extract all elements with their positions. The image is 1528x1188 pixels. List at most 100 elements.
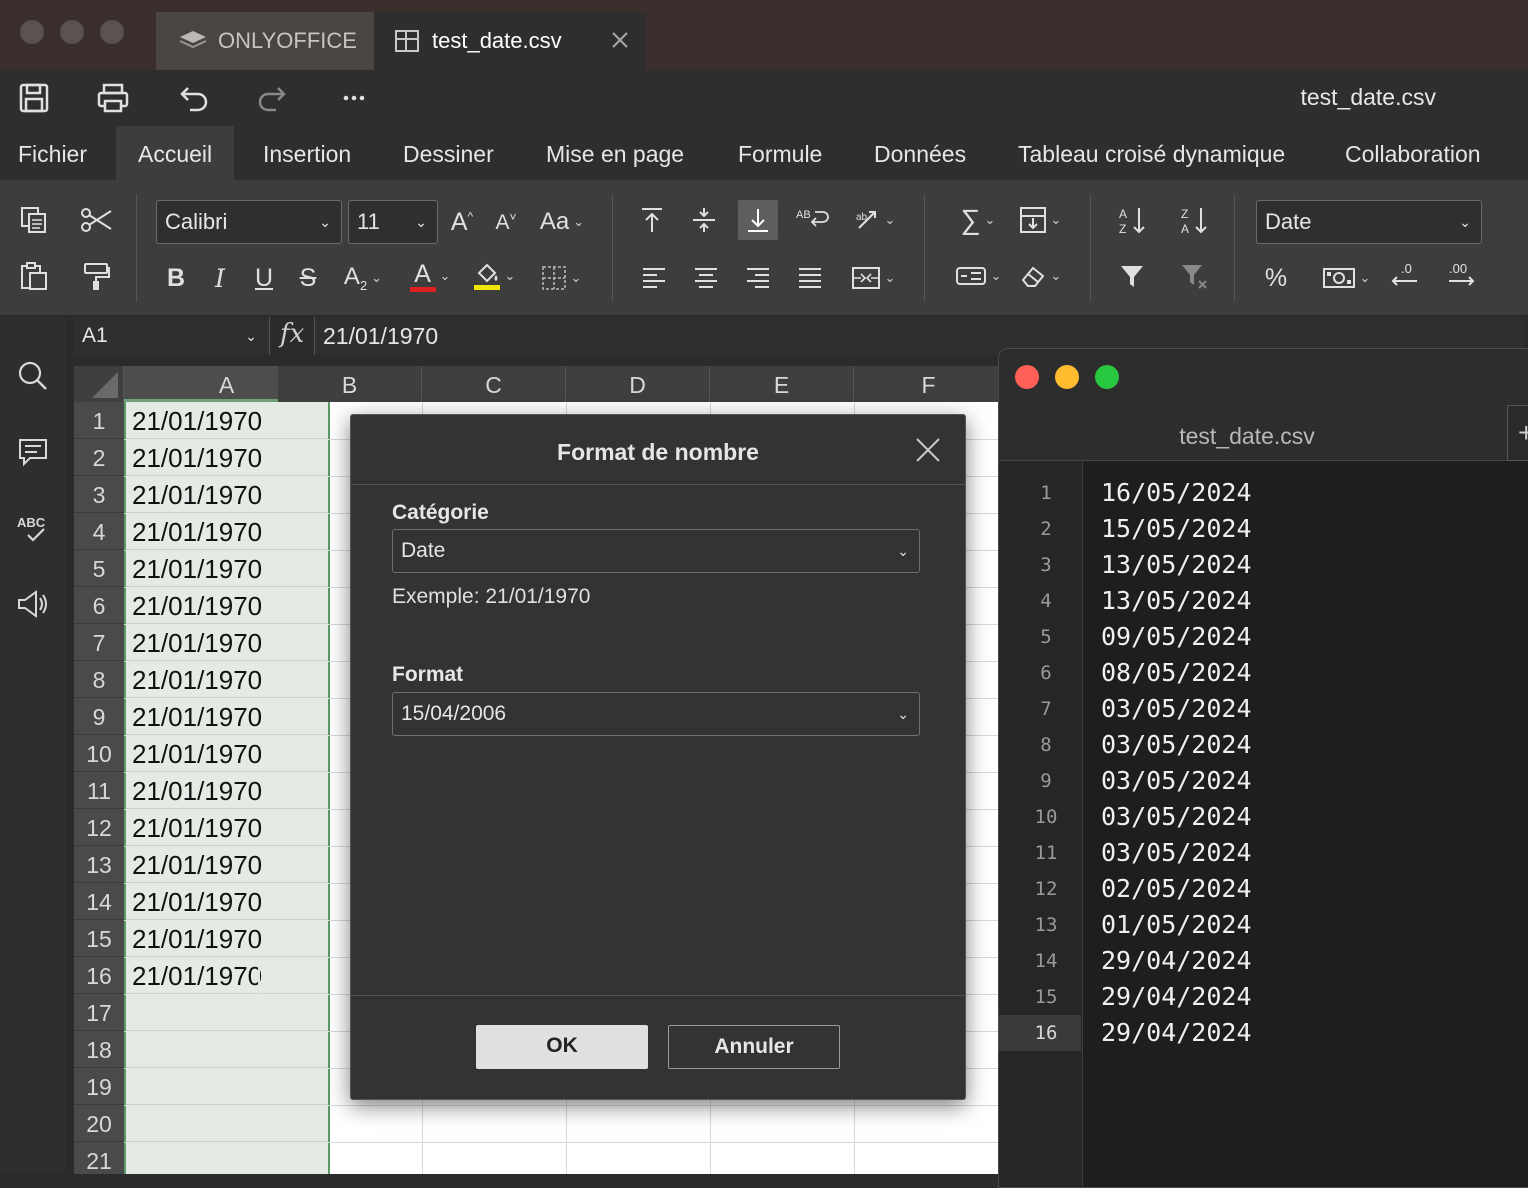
wrap-text-icon[interactable]: AB: [792, 202, 832, 238]
column-header-f[interactable]: F: [854, 366, 1004, 402]
insert-cells-icon[interactable]: ⌄: [1012, 202, 1068, 238]
editor-line[interactable]: 13/05/2024: [1101, 547, 1252, 583]
cell-a[interactable]: 21/01/1970: [126, 698, 328, 735]
named-ranges-icon[interactable]: ⌄: [950, 258, 1006, 294]
menu-tableau-croise[interactable]: Tableau croisé dynamique: [996, 126, 1307, 180]
align-right-icon[interactable]: [740, 260, 776, 296]
align-center-icon[interactable]: [688, 260, 724, 296]
window-minimize-button[interactable]: [60, 20, 84, 44]
tab-onlyoffice[interactable]: ONLYOFFICE: [156, 12, 374, 70]
cell-a[interactable]: 21/01/1970: [126, 772, 328, 809]
cell-a[interactable]: 21/01/1970: [126, 550, 328, 587]
subscript-icon[interactable]: A2 ⌄: [336, 260, 390, 296]
number-format-select[interactable]: Date ⌄: [1256, 200, 1482, 244]
row-header[interactable]: 6: [74, 587, 124, 624]
select-all-corner[interactable]: [74, 366, 124, 402]
row-header[interactable]: 20: [74, 1105, 124, 1142]
row-header[interactable]: 3: [74, 476, 124, 513]
row-header[interactable]: 13: [74, 846, 124, 883]
row-header[interactable]: 5: [74, 550, 124, 587]
row-header[interactable]: 18: [74, 1031, 124, 1068]
editor-line[interactable]: 03/05/2024: [1101, 727, 1252, 763]
editor-line[interactable]: 03/05/2024: [1101, 799, 1252, 835]
editor-line[interactable]: 15/05/2024: [1101, 511, 1252, 547]
name-box-chevron-icon[interactable]: ⌄: [245, 317, 257, 355]
align-bottom-icon[interactable]: [738, 200, 778, 240]
copy-icon[interactable]: [16, 202, 52, 238]
search-icon[interactable]: [16, 359, 50, 393]
cell-a[interactable]: 21/01/1970: [126, 883, 328, 920]
cell-a-empty[interactable]: [126, 1031, 328, 1068]
row-header[interactable]: 11: [74, 772, 124, 809]
row-header[interactable]: 21: [74, 1142, 124, 1174]
name-box[interactable]: A1 ⌄: [74, 317, 270, 355]
category-select[interactable]: Date ⌄: [392, 529, 920, 573]
editor-line[interactable]: 03/05/2024: [1101, 763, 1252, 799]
cell-a-empty[interactable]: [126, 1105, 328, 1142]
cell-a-empty[interactable]: [126, 1068, 328, 1105]
cell-a[interactable]: 21/01/1970: [126, 920, 328, 957]
menu-fichier[interactable]: Fichier: [0, 126, 109, 180]
window-zoom-button[interactable]: [100, 20, 124, 44]
print-icon[interactable]: [96, 82, 129, 114]
cell-a[interactable]: 21/01/1970: [126, 957, 328, 994]
window-close-button[interactable]: [20, 20, 44, 44]
column-header-c[interactable]: C: [422, 366, 566, 402]
font-name-select[interactable]: Calibri ⌄: [156, 200, 342, 244]
paste-icon[interactable]: [16, 258, 52, 294]
row-header[interactable]: 14: [74, 883, 124, 920]
menu-collaboration[interactable]: Collaboration: [1323, 126, 1503, 180]
row-header[interactable]: 1: [74, 402, 124, 439]
font-size-select[interactable]: 11 ⌄: [348, 200, 438, 244]
cell-a[interactable]: 21/01/1970: [126, 846, 328, 883]
menu-dessiner[interactable]: Dessiner: [381, 126, 516, 180]
editor-minimize-button[interactable]: [1055, 365, 1079, 389]
function-icon[interactable]: fx: [280, 319, 304, 349]
fill-color-icon[interactable]: ⌄: [466, 258, 522, 294]
row-header[interactable]: 17: [74, 994, 124, 1031]
editor-line[interactable]: 01/05/2024: [1101, 907, 1252, 943]
cell-a[interactable]: 21/01/1970: [126, 402, 328, 439]
more-icon[interactable]: [338, 82, 370, 114]
undo-icon[interactable]: [178, 82, 210, 114]
editor-line[interactable]: 13/05/2024: [1101, 583, 1252, 619]
row-header[interactable]: 4: [74, 513, 124, 550]
row-header[interactable]: 9: [74, 698, 124, 735]
bold-icon[interactable]: B: [158, 260, 194, 296]
menu-mise-en-page[interactable]: Mise en page: [524, 126, 706, 180]
editor-zoom-button[interactable]: [1095, 365, 1119, 389]
dialog-close-icon[interactable]: [915, 437, 941, 463]
change-case-icon[interactable]: Aa ⌄: [536, 204, 588, 240]
borders-icon[interactable]: ⌄: [534, 260, 588, 296]
cut-icon[interactable]: [78, 202, 114, 238]
percent-icon[interactable]: %: [1258, 260, 1294, 296]
spellcheck-icon[interactable]: ABC: [16, 511, 50, 545]
cell-a[interactable]: 21/01/1970: [126, 735, 328, 772]
italic-icon[interactable]: I: [202, 260, 238, 296]
row-header[interactable]: 12: [74, 809, 124, 846]
save-icon[interactable]: [18, 82, 50, 114]
format-painter-icon[interactable]: [78, 258, 114, 294]
editor-line[interactable]: 16/05/2024: [1101, 475, 1252, 511]
cell-a[interactable]: 21/01/1970: [126, 476, 328, 513]
menu-accueil[interactable]: Accueil: [116, 126, 235, 180]
comments-icon[interactable]: [16, 435, 50, 469]
clear-filter-icon[interactable]: [1176, 258, 1212, 294]
strikethrough-icon[interactable]: S: [290, 260, 326, 296]
accounting-icon[interactable]: ⌄: [1316, 260, 1376, 296]
merge-cells-icon[interactable]: ⌄: [844, 260, 902, 296]
decrease-decimal-icon[interactable]: .0: [1384, 258, 1424, 294]
cell-a[interactable]: 21/01/1970: [126, 439, 328, 476]
sort-ascending-icon[interactable]: AZ: [1114, 202, 1150, 238]
column-header-e[interactable]: E: [710, 366, 854, 402]
redo-icon[interactable]: [256, 82, 288, 114]
increase-font-icon[interactable]: A^: [444, 204, 480, 240]
align-middle-icon[interactable]: [686, 202, 722, 238]
cell-a[interactable]: 21/01/1970: [126, 661, 328, 698]
decrease-font-icon[interactable]: A˅: [488, 204, 524, 240]
underline-icon[interactable]: U: [246, 260, 282, 296]
cell-a[interactable]: 21/01/1970: [126, 513, 328, 550]
justify-icon[interactable]: [792, 260, 828, 296]
menu-donnees[interactable]: Données: [852, 126, 988, 180]
row-header[interactable]: 2: [74, 439, 124, 476]
